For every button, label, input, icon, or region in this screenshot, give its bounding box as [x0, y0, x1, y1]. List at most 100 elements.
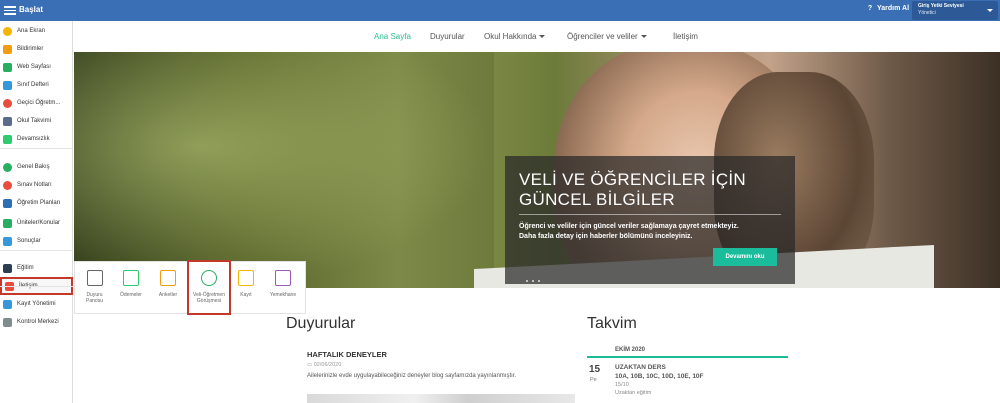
sidebar-item-label: Okul Takvimi: [17, 118, 51, 124]
sidebar-item-üniteler-konular[interactable]: Üniteler/Konular: [0, 214, 73, 232]
site-nav: Ana Sayfa Duyurular Okul Hakkında Öğrenc…: [74, 21, 1000, 51]
tile-utensils[interactable]: Yemekhane: [263, 262, 303, 315]
divider: [0, 286, 73, 287]
board-icon: [86, 270, 103, 286]
event-title[interactable]: UZAKTAN DERS: [615, 364, 666, 371]
read-more-button[interactable]: Devamını oku: [713, 248, 777, 266]
tile-label: Ödemeler: [120, 292, 142, 298]
sidebar-item-label: Ana Ekran: [17, 28, 46, 34]
carousel-dots[interactable]: [526, 277, 544, 284]
shield-icon: [3, 218, 12, 228]
nav-announcements[interactable]: Duyurular: [430, 32, 465, 41]
tile-label: Kayıt: [240, 292, 252, 298]
tile-survey[interactable]: Anketler: [151, 262, 185, 315]
survey-icon: [160, 270, 176, 286]
calendar-icon: [3, 116, 12, 126]
hero-title: VELİ VE ÖĞRENCİLER İÇİN GÜNCEL BİLGİLER: [519, 170, 747, 209]
home-icon: [3, 62, 12, 72]
announcement-body: Ailelerinizle evde uygulayabileceğiniz d…: [307, 373, 517, 379]
start-label[interactable]: Başlat: [19, 5, 43, 14]
sidebar-item-label: Öğretim Planları: [17, 200, 61, 206]
sidebar-item-devamsızlık[interactable]: Devamsızlık: [0, 130, 73, 148]
nav-students-parents[interactable]: Öğrenciler ve veliler: [567, 32, 647, 41]
sidebar-item-label: Üniteler/Konular: [17, 220, 61, 226]
hero-caption: VELİ VE ÖĞRENCİLER İÇİN GÜNCEL BİLGİLER Ö…: [505, 156, 795, 284]
sidebar-item-label: Kayıt Yönetimi: [17, 301, 56, 307]
clock-icon: [201, 270, 217, 286]
sidebar-item-label: Web Sayfası: [17, 64, 51, 70]
sidebar-item-sınıf-defteri[interactable]: Sınıf Defteri: [0, 76, 73, 94]
pen-icon: [3, 299, 12, 309]
divider: [519, 214, 781, 215]
sidebar-item-bildirimler[interactable]: Bildirimler: [0, 40, 73, 58]
sidebar-item-label: Sınıf Defteri: [17, 82, 49, 88]
tile-label: Veli-Öğretmen Görüşmesi: [193, 292, 225, 304]
sidebar-item-label: Sınav Notları: [17, 182, 52, 188]
sidebar-item-öğretim-planları[interactable]: Öğretim Planları: [0, 194, 73, 212]
calendar-icon: ▭: [307, 362, 314, 368]
sidebar-item-label: Kontrol Merkezi: [17, 319, 59, 325]
tile-clipboard[interactable]: Kayıt: [231, 262, 261, 315]
sidebar-item-label: Bildirimler: [17, 46, 44, 52]
tile-label: Yemekhane: [269, 292, 297, 298]
check-circle-icon: [3, 162, 12, 172]
question-icon: ?: [867, 5, 873, 12]
announcements-title: Duyurular: [286, 315, 356, 332]
sidebar-item-sınav-notları[interactable]: Sınav Notları: [0, 176, 73, 194]
nav-about[interactable]: Okul Hakkında: [484, 32, 546, 41]
person-icon: [3, 134, 12, 144]
teach-icon: [3, 263, 12, 273]
sidebar-item-eğitim[interactable]: Eğitim: [0, 259, 73, 277]
utensils-icon: [275, 270, 291, 286]
nav-home[interactable]: Ana Sayfa: [374, 32, 411, 41]
hamburger-menu-icon[interactable]: [4, 4, 16, 16]
plan-icon: [3, 198, 12, 208]
divider: [0, 148, 73, 149]
sidebar-item-kayıt-yönetimi[interactable]: Kayıt Yönetimi: [0, 295, 73, 313]
sidebar-item-sonuçlar[interactable]: Sonuçlar: [0, 232, 73, 250]
hero-background: [74, 52, 494, 288]
user-icon: [3, 98, 12, 108]
nav-contact[interactable]: İletişim: [673, 32, 698, 41]
help-link[interactable]: ? Yardım Al: [866, 5, 909, 12]
book-icon: [3, 80, 12, 90]
event-day: 15: [589, 364, 601, 375]
calendar-month: EKİM 2020: [587, 345, 788, 358]
announcement-date: ▭ 02/06/2020: [307, 362, 342, 368]
calendar-title: Takvim: [587, 315, 637, 332]
sidebar-item-web-sayfası[interactable]: Web Sayfası: [0, 58, 73, 76]
sidebar-item-okul-takvimi[interactable]: Okul Takvimi: [0, 112, 73, 130]
event-note: Uzaktan eğitim: [615, 390, 652, 396]
gear-icon: [3, 317, 12, 327]
sidebar-item-kontrol-merkezi[interactable]: Kontrol Merkezi: [0, 313, 73, 331]
announcement-image: [307, 394, 575, 403]
sidebar: Ana Ekran Bildirimler Web Sayfası Sınıf Def…: [0, 21, 73, 403]
star-icon: [3, 26, 12, 36]
divider: [0, 250, 73, 251]
chevron-down-icon: [640, 35, 647, 39]
top-bar: Başlat ? Yardım Al Giriş Yetki Seviyesi Y…: [0, 0, 1000, 21]
tile-payment[interactable]: Ödemeler: [113, 262, 149, 315]
sidebar-item-genel-bakış[interactable]: Genel Bakış: [0, 158, 73, 176]
event-classes: 10A, 10B, 10C, 10D, 10E, 10F: [615, 373, 704, 380]
sidebar-item-ana-ekran[interactable]: Ana Ekran: [0, 22, 73, 40]
event-weekday: Pe: [590, 377, 597, 383]
sidebar-item-label: Genel Bakış: [17, 164, 50, 170]
communication-submenu: Duyuru Panosu Ödemeler Anketler Veli-Öğretm…: [74, 260, 306, 315]
sidebar-item-geçici-öğretm-[interactable]: Geçici Öğretm...: [0, 94, 73, 112]
hero-text: Öğrenci ve veliler için güncel veriler s…: [519, 223, 739, 240]
payment-icon: [123, 270, 139, 286]
role-value: Yönetici: [918, 10, 936, 16]
tile-label: Anketler: [158, 292, 178, 298]
sidebar-item-label: Geçici Öğretm...: [17, 100, 61, 106]
tile-board[interactable]: Duyuru Panosu: [78, 262, 111, 315]
hero-banner: VELİ VE ÖĞRENCİLER İÇİN GÜNCEL BİLGİLER Ö…: [74, 52, 1000, 288]
event-date: 15/10: [615, 382, 629, 388]
announcement-title[interactable]: HAFTALIK DENEYLER: [307, 350, 387, 359]
tile-clock[interactable]: Veli-Öğretmen Görüşmesi: [187, 260, 231, 315]
grade-icon: [3, 180, 12, 190]
sidebar-item-label: Devamsızlık: [17, 136, 50, 142]
chevron-down-icon: [987, 9, 993, 12]
role-selector[interactable]: Giriş Yetki Seviyesi Yönetici: [912, 1, 998, 20]
role-title: Giriş Yetki Seviyesi: [918, 3, 964, 9]
